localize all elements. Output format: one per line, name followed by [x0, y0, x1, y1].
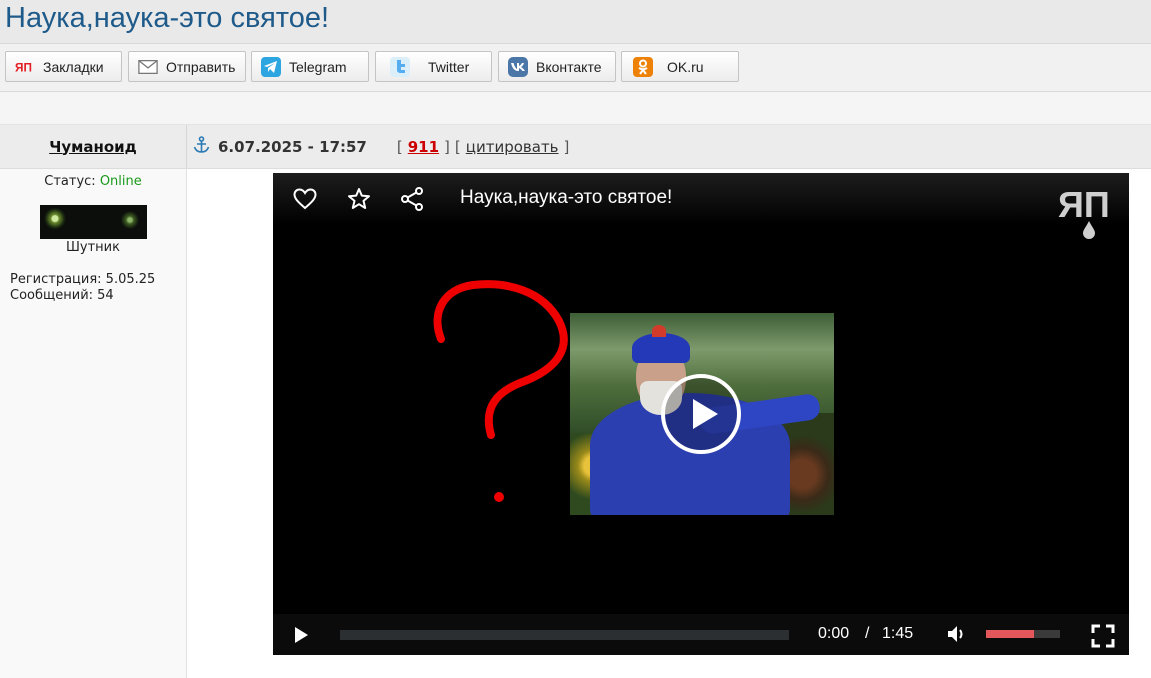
quote-link[interactable]: цитировать	[466, 138, 559, 156]
volume-slider[interactable]	[986, 630, 1060, 638]
bracket-open-quote: [	[454, 137, 461, 156]
user-registration: Регистрация: 5.05.25	[10, 272, 156, 287]
play-icon[interactable]	[292, 625, 310, 650]
share-ok-button[interactable]: OK.ru	[621, 51, 739, 82]
svg-text:ЯП: ЯП	[1058, 184, 1110, 225]
bracket-open: [	[396, 137, 403, 156]
share-telegram-button[interactable]: Telegram	[251, 51, 369, 82]
yap-logo-icon: ЯП	[1058, 183, 1120, 239]
question-mark-annotation	[423, 273, 583, 513]
status-badge: Online	[99, 174, 142, 189]
page-title: Наука,наука-это святое!	[5, 2, 330, 34]
status-label: Статус:	[44, 174, 96, 189]
mail-icon	[138, 57, 158, 77]
time-separator: /	[865, 625, 870, 642]
control-bar: 0:00 / 1:45	[273, 614, 1129, 655]
share-icon[interactable]	[400, 186, 424, 217]
share-twitter-label: Twitter	[428, 58, 470, 75]
telegram-icon	[261, 56, 281, 77]
share-bookmarks-label: Закладки	[43, 58, 104, 75]
volume-fill	[986, 630, 1035, 638]
share-twitter-button[interactable]: Twitter	[375, 51, 492, 82]
post-date: 6.07.2025 - 17:57	[218, 137, 367, 156]
fullscreen-icon[interactable]	[1091, 624, 1115, 653]
volume-icon[interactable]	[946, 624, 966, 649]
bracket-close-quote: ]	[563, 137, 570, 156]
time-current: 0:00	[818, 625, 850, 642]
user-panel: Статус: Online Шутник Регистрация: 5.05.…	[0, 169, 187, 678]
anchor-icon[interactable]	[193, 135, 210, 158]
post-number-link[interactable]: 911	[408, 138, 439, 156]
vk-icon	[508, 56, 528, 77]
author-link[interactable]: Чуманоид	[49, 138, 137, 156]
twitter-icon	[390, 56, 410, 77]
star-icon[interactable]	[347, 187, 371, 216]
share-telegram-label: Telegram	[289, 58, 347, 75]
share-send-label: Отправить	[166, 58, 236, 75]
share-ok-label: OK.ru	[667, 58, 704, 75]
heart-icon[interactable]	[293, 188, 317, 215]
yap-icon: ЯП	[15, 57, 35, 77]
user-status: Статус: Online	[0, 174, 186, 189]
user-messages: Сообщений: 54	[10, 288, 114, 303]
share-vk-label: Вконтакте	[536, 58, 602, 75]
post-meta: 6.07.2025 - 17:57 [ 911 ] [ цитировать ]	[193, 125, 569, 168]
share-vk-button[interactable]: Вконтакте	[498, 51, 616, 82]
svg-text:ЯП: ЯП	[15, 60, 32, 73]
ok-icon	[633, 56, 653, 77]
share-bar: ЯП Закладки Отправить Telegram Twitter В…	[0, 44, 1151, 92]
share-send-button[interactable]: Отправить	[128, 51, 246, 82]
avatar[interactable]	[40, 205, 147, 239]
time-duration: 1:45	[882, 625, 914, 642]
title-bar: Наука,наука-это святое!	[0, 0, 1151, 44]
post-header: Чуманоид 6.07.2025 - 17:57 [ 911 ] [ цит…	[0, 125, 1151, 169]
share-bookmarks-button[interactable]: ЯП Закладки	[5, 51, 122, 82]
progress-bar[interactable]	[340, 630, 789, 640]
video-title: Наука,наука-это святое!	[460, 187, 673, 208]
user-rank: Шутник	[66, 240, 120, 255]
player-top-bar: Наука,наука-это святое!	[273, 173, 1129, 225]
big-play-button[interactable]	[660, 373, 742, 455]
author-cell: Чуманоид	[0, 125, 187, 168]
separator-strip	[0, 92, 1151, 125]
bracket-close: ]	[444, 137, 450, 156]
video-player[interactable]: Наука,наука-это святое! ЯП 0:00 / 1:45	[273, 173, 1129, 655]
